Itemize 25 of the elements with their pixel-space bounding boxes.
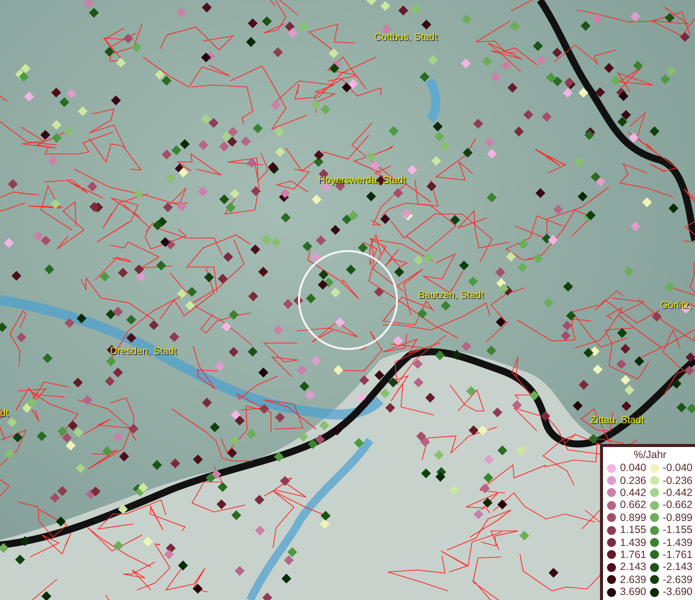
legend-label: -0.662: [662, 499, 693, 512]
legend-label: 0.442: [620, 486, 646, 499]
legend-label: -0.236: [662, 474, 693, 487]
legend-label: 1.761: [620, 548, 646, 561]
legend-label: 1.155: [620, 524, 646, 536]
legend-label: -0.442: [662, 486, 693, 499]
legend-label: 2.639: [620, 574, 646, 586]
legend-label: 0.040: [620, 462, 646, 474]
legend-label: -2.639: [662, 574, 693, 586]
legend-label: -0.899: [662, 512, 693, 524]
legend-title: %/Jahr: [632, 449, 668, 462]
legend-label: -2.143: [662, 561, 693, 574]
place-label: Bautzen, Stadt: [418, 290, 484, 302]
legend-label: -1.439: [662, 536, 693, 549]
place-label: Cottbus, Stadt: [374, 32, 438, 44]
legend-label: -0.040: [662, 462, 693, 474]
legend-label: 0.899: [620, 512, 646, 524]
legend-label: -1.155: [662, 524, 693, 536]
legend-label: 0.662: [620, 499, 646, 512]
legend-label: 0.236: [620, 474, 646, 487]
legend-label: 1.439: [620, 536, 646, 549]
legend-label: -1.761: [662, 548, 693, 561]
legend-label: -3.690: [662, 586, 693, 598]
legend-label: 2.143: [620, 561, 646, 574]
legend-label: 3.690: [620, 586, 646, 598]
